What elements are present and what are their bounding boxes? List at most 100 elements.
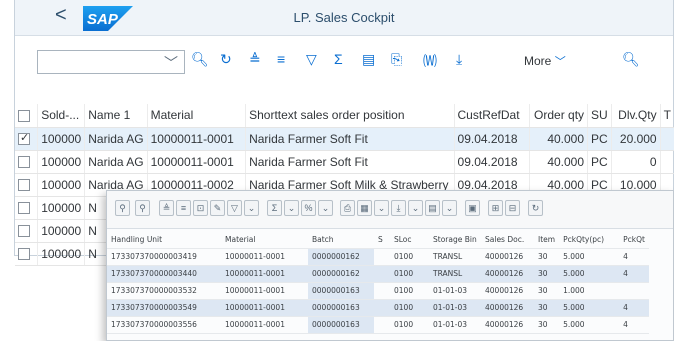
sort-ascending-icon[interactable]: ≜ — [159, 200, 174, 216]
search-icon[interactable]: 🔍︎ — [191, 51, 209, 68]
layout-combobox[interactable]: ﹀ — [37, 50, 185, 74]
subtotal-icon[interactable]: % — [301, 200, 316, 216]
col-su[interactable]: SU — [587, 104, 613, 128]
cell-material: 10000011-0001 — [221, 248, 308, 266]
search-icon[interactable]: 🔍︎ — [622, 51, 640, 68]
col-material[interactable]: Material — [147, 104, 247, 128]
cell-shorttext: Narida Farmer Soft Fit — [245, 150, 455, 174]
cell-storage-bin: 01-01-03 — [429, 282, 481, 300]
cell-sales-doc: 40000126 — [481, 299, 534, 317]
refresh-icon[interactable]: ↻ — [220, 51, 232, 68]
cell-pckqty: 5.000 — [559, 265, 620, 283]
screen: < SAP LP. Sales Cockpit ﹀ 🔍︎ ↻ ≜ ≡ ▽ Σ ▤… — [0, 0, 674, 341]
chevron-down-icon[interactable]: ⌄ — [318, 200, 333, 216]
row-checkbox[interactable] — [18, 131, 30, 146]
col-item[interactable]: Item — [534, 231, 560, 249]
table-row[interactable]: 173307370000003556 10000011-0001 0000000… — [107, 316, 650, 334]
sort-ascending-icon[interactable]: ≜ — [249, 51, 261, 68]
sum-icon[interactable]: Σ — [334, 51, 343, 67]
sort-descending-icon[interactable]: ≡ — [176, 200, 191, 216]
col-sloc[interactable]: SLoc — [390, 231, 429, 249]
handling-unit-popup: ⚲ ⚲ ≜ ≡ ⊡ ✎ ▽ ⌄ Σ ⌄ % ⌄ ⎙ ▦ ⌄ ⤓ ⌄ ▤ ⌄ ▣ … — [106, 190, 674, 341]
more-button[interactable]: More ﹀ — [524, 53, 566, 69]
col-shorttext[interactable]: Shorttext sales order position — [245, 104, 455, 128]
cell-item: 30 — [534, 316, 560, 334]
row-checkbox[interactable] — [18, 225, 30, 238]
chevron-down-icon[interactable]: ⌄ — [442, 200, 457, 216]
chevron-down-icon[interactable]: ⌄ — [408, 200, 423, 216]
col-order-qty[interactable]: Order qty — [529, 104, 589, 128]
row-checkbox[interactable] — [18, 179, 30, 192]
find-next-icon[interactable]: ⚲ — [135, 200, 150, 216]
chevron-down-icon[interactable]: ⌄ — [244, 200, 259, 216]
col-handling-unit[interactable]: Handling Unit — [107, 231, 221, 249]
cell-sloc: 0100 — [390, 299, 429, 317]
row-checkbox[interactable] — [18, 202, 30, 215]
col-pckqty[interactable]: PckQty(pc) — [559, 231, 620, 249]
cell-s — [374, 299, 390, 317]
table-row[interactable]: 173307370000003440 10000011-0001 0000000… — [107, 265, 650, 283]
select-all-cell[interactable] — [15, 104, 39, 128]
graphic-icon[interactable]: ▣ — [465, 200, 480, 216]
chevron-down-icon[interactable]: ﹀ — [164, 53, 178, 73]
views-icon[interactable]: ▦ — [357, 200, 372, 216]
cell-pckqty2: 4 — [619, 316, 650, 334]
word-processing-icon[interactable]: 🄦 — [423, 51, 437, 71]
layout-icon[interactable]: ▤ — [425, 200, 440, 216]
collapse-icon[interactable]: ⊟ — [505, 200, 520, 216]
zoom-icon[interactable]: ⊡ — [193, 200, 208, 216]
table-row[interactable]: 173307370000003532 10000011-0001 0000000… — [107, 282, 650, 300]
cell-batch: 0000000163 — [308, 282, 374, 300]
cell-name1: Narida AG — [84, 127, 148, 151]
table-row[interactable]: 173307370000003419 10000011-0001 0000000… — [107, 248, 650, 266]
details-icon[interactable]: ▤ — [362, 51, 375, 68]
chevron-down-icon[interactable]: ⌄ — [374, 200, 389, 216]
col-name1[interactable]: Name 1 — [84, 104, 148, 128]
cell-item: 30 — [534, 282, 560, 300]
cell-s — [374, 248, 390, 266]
download-icon[interactable]: ⤓ — [456, 51, 462, 68]
table-row[interactable]: 100000 Narida AG 10000011-0001 Narida Fa… — [15, 127, 674, 151]
col-storage-bin[interactable]: Storage Bin — [429, 231, 481, 249]
col-batch[interactable]: Batch — [308, 231, 374, 249]
edit-icon[interactable]: ✎ — [210, 200, 225, 216]
row-checkbox[interactable] — [18, 248, 30, 261]
cell-item: 30 — [534, 248, 560, 266]
filter-icon[interactable]: ▽ — [306, 51, 317, 68]
col-t[interactable]: T — [660, 104, 674, 128]
print-icon[interactable]: ⎙ — [340, 200, 355, 216]
export-icon[interactable]: ⎘ — [391, 51, 402, 68]
chevron-down-icon[interactable]: ⌄ — [284, 200, 299, 216]
filter-icon[interactable]: ▽ — [227, 200, 242, 216]
cell-handling-unit: 173307370000003556 — [107, 316, 221, 334]
expand-icon[interactable]: ⊞ — [488, 200, 503, 216]
col-s[interactable]: S — [374, 231, 390, 249]
select-all-checkbox[interactable] — [18, 110, 30, 123]
col-material[interactable]: Material — [221, 231, 308, 249]
refresh-icon[interactable]: ↻ — [528, 200, 543, 216]
row-checkbox[interactable] — [18, 156, 30, 169]
cell-sold-to: 100000 — [37, 173, 86, 197]
col-pckqty2[interactable]: PckQt — [619, 231, 650, 249]
page-title: LP. Sales Cockpit — [293, 10, 395, 25]
col-dlv-qty[interactable]: Dlv.Qty — [611, 104, 661, 128]
col-sales-doc[interactable]: Sales Doc. — [481, 231, 534, 249]
cell-pckqty2: 4 — [619, 265, 650, 283]
cell-handling-unit: 173307370000003549 — [107, 299, 221, 317]
col-custrefdat[interactable]: CustRefDat — [454, 104, 530, 128]
cell-sloc: 0100 — [390, 282, 429, 300]
export-icon[interactable]: ⤓ — [391, 200, 406, 216]
cell-sales-doc: 40000126 — [481, 282, 534, 300]
table-row[interactable]: 173307370000003549 10000011-0001 0000000… — [107, 299, 650, 317]
cell-pckqty2: 4 — [619, 248, 650, 266]
cell-material: 10000011-0001 — [221, 299, 308, 317]
table-row[interactable]: 100000 Narida AG 10000011-0001 Narida Fa… — [15, 150, 674, 174]
col-sold-to[interactable]: Sold-... — [37, 104, 86, 128]
cell-dlv-qty: 0 — [611, 150, 661, 174]
cell-sold-to: 100000 — [37, 242, 86, 266]
cell-dlv-qty: 20.000 — [611, 127, 661, 151]
cell-storage-bin: TRANSL — [429, 265, 481, 283]
sum-icon[interactable]: Σ — [267, 200, 282, 216]
sort-descending-icon[interactable]: ≡ — [277, 51, 285, 67]
search-icon[interactable]: ⚲ — [115, 200, 130, 216]
